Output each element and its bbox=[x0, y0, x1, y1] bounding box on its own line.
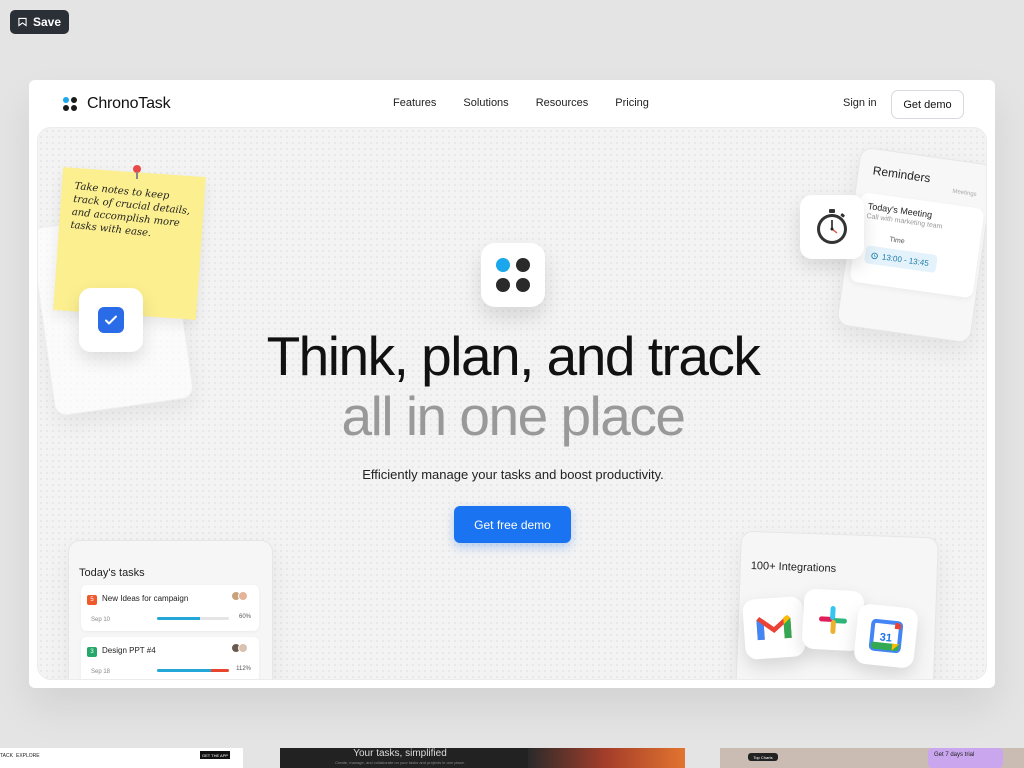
get-free-demo-button[interactable]: Get free demo bbox=[454, 506, 571, 543]
top-nav: ChronoTask Features Solutions Resources … bbox=[29, 80, 995, 128]
app-icon bbox=[481, 243, 545, 307]
get-demo-button[interactable]: Get demo bbox=[891, 90, 964, 119]
thumb1-button: GET THE APP bbox=[200, 751, 230, 759]
task-name: New Ideas for campaign bbox=[102, 594, 189, 603]
logo-icon bbox=[63, 97, 77, 111]
nav-menu: Features Solutions Resources Pricing bbox=[393, 97, 649, 109]
save-button[interactable]: Save bbox=[10, 10, 69, 34]
thumb3-promo-text: Get 7 days trial bbox=[934, 752, 975, 758]
google-calendar-tile: 31 bbox=[853, 603, 919, 669]
nav-item-features[interactable]: Features bbox=[393, 97, 436, 109]
stopwatch-icon bbox=[817, 209, 847, 244]
hero-subtitle: Efficiently manage your tasks and boost … bbox=[362, 467, 664, 482]
avatar bbox=[238, 643, 248, 653]
clock-icon bbox=[871, 252, 878, 259]
hero-title-secondary: all in one place bbox=[341, 385, 686, 447]
gmail-tile bbox=[741, 595, 807, 661]
task-date: Sep 10 bbox=[91, 617, 111, 623]
slack-icon bbox=[819, 605, 847, 635]
task-percent: 112% bbox=[236, 666, 251, 672]
meeting-reminder: Meetings Today's Meeting Call with marke… bbox=[849, 188, 985, 299]
thumbnail-3[interactable]: Top Charts Get 7 days trial bbox=[720, 748, 1024, 768]
google-calendar-icon: 31 bbox=[868, 618, 904, 654]
sticky-note-text: Take notes to keep track of crucial deta… bbox=[69, 180, 191, 240]
brand-logo[interactable]: ChronoTask bbox=[63, 95, 171, 113]
task-name: Design PPT #4 bbox=[102, 646, 156, 655]
nav-item-pricing[interactable]: Pricing bbox=[615, 97, 649, 109]
task-progress bbox=[157, 617, 229, 620]
brand-name: ChronoTask bbox=[87, 95, 171, 112]
thumb2-gradient bbox=[528, 748, 685, 768]
save-label: Save bbox=[32, 15, 61, 29]
website-preview: ChronoTask Features Solutions Resources … bbox=[29, 80, 995, 688]
task-percent: 60% bbox=[238, 614, 251, 620]
thumb3-badge: Top Charts bbox=[748, 753, 778, 761]
hero-title: Think, plan, and track bbox=[266, 325, 761, 387]
task-number: 5 bbox=[87, 595, 97, 605]
stopwatch-tile bbox=[800, 195, 864, 259]
integrations-title: 100+ Integrations bbox=[750, 559, 837, 575]
meetings-tag: Meetings bbox=[952, 188, 977, 198]
task-progress-fill bbox=[157, 617, 201, 620]
task-number: 3 bbox=[87, 647, 97, 657]
nav-item-resources[interactable]: Resources bbox=[536, 97, 589, 109]
calendar-day: 31 bbox=[879, 631, 892, 644]
bookmark-icon bbox=[18, 17, 27, 27]
thumb3-promo-card bbox=[928, 748, 1003, 768]
thumbnail-2[interactable]: Your tasks, simplified Create, manage, a… bbox=[280, 748, 685, 768]
avatar bbox=[238, 591, 248, 601]
sign-in-link[interactable]: Sign in bbox=[843, 97, 877, 109]
task-progress-fill bbox=[157, 669, 229, 672]
time-range: 13:00 - 13:45 bbox=[863, 245, 938, 274]
pin-icon bbox=[133, 165, 141, 179]
thumb1-text: TACK bbox=[0, 753, 13, 759]
thumbnail-1[interactable]: TACK EXPLORE GET THE APP bbox=[0, 748, 243, 768]
hero-section: Take notes to keep track of crucial deta… bbox=[37, 127, 987, 680]
time-value: 13:00 - 13:45 bbox=[881, 252, 930, 268]
gmail-icon bbox=[756, 615, 792, 641]
thumb2-subtitle: Create, manage, and collaborate on your … bbox=[335, 760, 465, 765]
task-item: 5 New Ideas for campaign Sep 10 60% bbox=[81, 585, 259, 631]
tasks-title: Today's tasks bbox=[79, 567, 145, 579]
thumb2-title: Your tasks, simplified bbox=[353, 748, 447, 759]
task-progress bbox=[157, 669, 229, 672]
task-item: 3 Design PPT #4 Sep 18 112% bbox=[81, 637, 259, 679]
thumb1-nav: EXPLORE bbox=[16, 753, 40, 759]
reminders-title: Reminders bbox=[872, 163, 932, 186]
time-label: Time bbox=[888, 236, 906, 246]
nav-item-solutions[interactable]: Solutions bbox=[463, 97, 508, 109]
task-date: Sep 18 bbox=[91, 669, 111, 675]
todays-tasks-card: Today's tasks 5 New Ideas for campaign S… bbox=[68, 540, 273, 679]
